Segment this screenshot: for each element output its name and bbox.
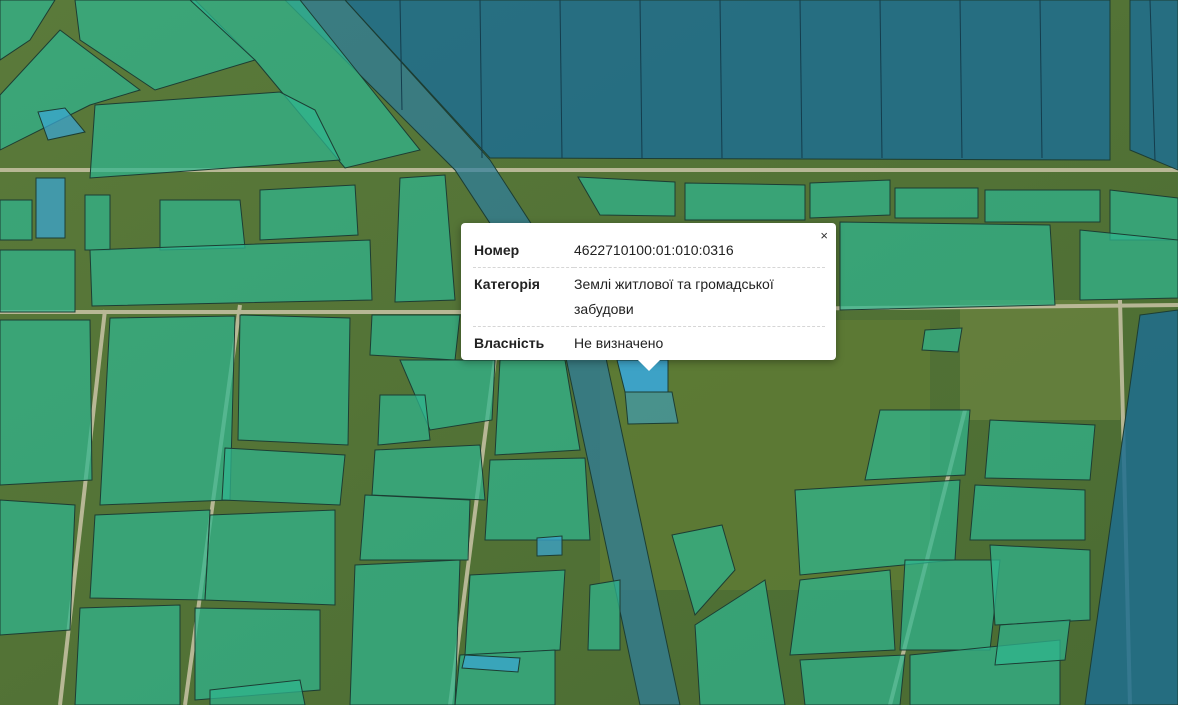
parcel[interactable]: [89, 509, 211, 601]
parcel[interactable]: [35, 177, 66, 239]
popup-tip: [637, 359, 661, 371]
parcel[interactable]: [921, 327, 963, 353]
parcel[interactable]: [894, 187, 979, 219]
parcel[interactable]: [204, 509, 336, 606]
parcel[interactable]: [369, 314, 461, 361]
parcel[interactable]: [789, 569, 896, 656]
parcel[interactable]: [349, 559, 461, 705]
info-label-category: Категорія: [474, 276, 540, 292]
parcel[interactable]: [394, 174, 456, 303]
parcel[interactable]: [0, 199, 33, 241]
parcel[interactable]: [984, 419, 1096, 481]
parcel[interactable]: [377, 394, 431, 446]
parcel[interactable]: [159, 199, 246, 251]
parcel[interactable]: [484, 457, 591, 541]
parcel[interactable]: [0, 499, 76, 636]
parcel[interactable]: [89, 239, 373, 307]
info-value-ownership: Не визначено: [574, 335, 664, 351]
parcel[interactable]: [84, 194, 111, 251]
parcel[interactable]: [899, 559, 1001, 651]
parcel[interactable]: [1109, 189, 1178, 241]
parcel[interactable]: [371, 444, 486, 501]
info-row-number: Номер 4622710100:01:010:0316: [473, 234, 825, 268]
parcel[interactable]: [799, 654, 906, 705]
parcel[interactable]: [994, 619, 1071, 666]
parcel[interactable]: [221, 447, 346, 506]
parcel-info-popup: × Номер 4622710100:01:010:0316 Категорія…: [461, 223, 836, 371]
selected-parcel-lower[interactable]: [624, 391, 679, 425]
parcel[interactable]: [969, 484, 1086, 541]
parcel[interactable]: [839, 221, 1056, 311]
parcel[interactable]: [587, 579, 621, 651]
parcel[interactable]: [99, 315, 236, 506]
parcel[interactable]: [684, 182, 806, 221]
parcel[interactable]: [0, 319, 93, 486]
field-area: [960, 300, 1120, 420]
parcel[interactable]: [864, 409, 971, 481]
parcel[interactable]: [237, 314, 351, 446]
info-row-ownership: Власність Не визначено: [473, 327, 825, 361]
info-row-category: Категорія Землі житлової та громадської …: [473, 268, 825, 327]
parcel[interactable]: [0, 249, 76, 313]
parcel[interactable]: [359, 494, 471, 561]
info-label-number: Номер: [474, 242, 520, 258]
parcel[interactable]: [989, 544, 1091, 626]
info-value-category: Землі житлової та громадської забудови: [574, 276, 774, 317]
parcel[interactable]: [1079, 229, 1178, 301]
parcel[interactable]: [74, 604, 181, 705]
water-area-right-top: [1129, 0, 1178, 171]
parcel[interactable]: [984, 189, 1101, 223]
info-label-ownership: Власність: [474, 335, 545, 351]
parcel[interactable]: [809, 179, 891, 219]
parcel[interactable]: [464, 569, 566, 656]
parcel[interactable]: [536, 535, 563, 557]
parcel[interactable]: [494, 359, 581, 456]
info-value-number: 4622710100:01:010:0316: [574, 242, 734, 258]
parcel-info-table: Номер 4622710100:01:010:0316 Категорія З…: [473, 234, 825, 360]
parcel[interactable]: [259, 184, 359, 241]
